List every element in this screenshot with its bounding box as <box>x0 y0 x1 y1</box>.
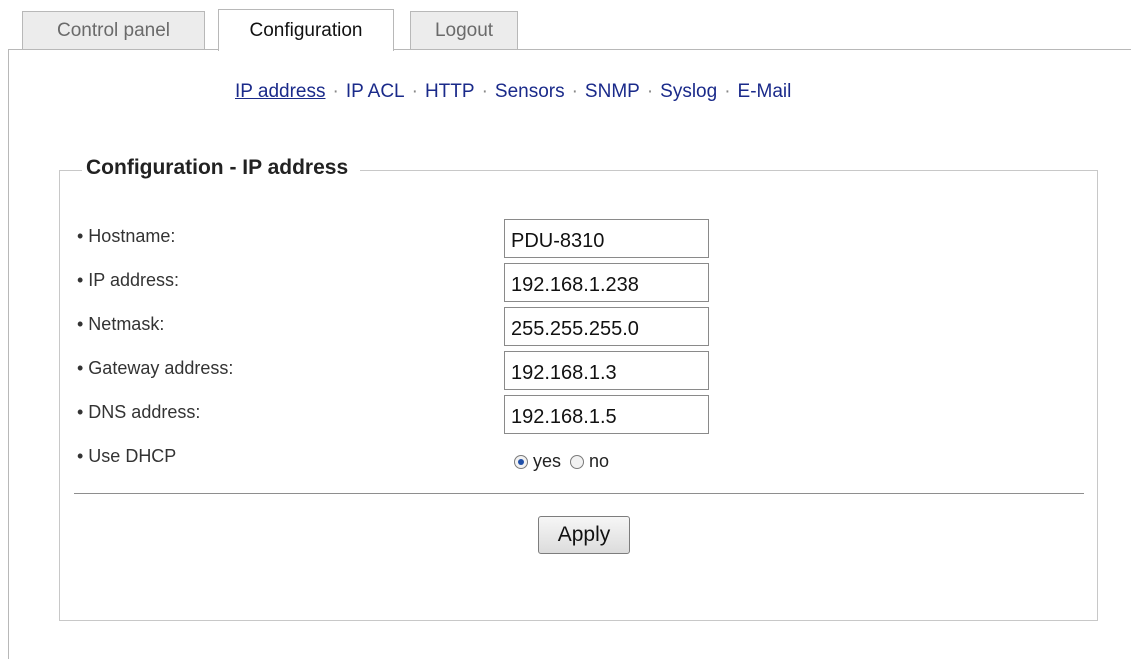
dhcp-radio-group: yes no <box>514 451 618 472</box>
dhcp-yes-radio[interactable] <box>514 454 528 469</box>
netmask-label: • Netmask: <box>77 314 165 334</box>
ip-address-input[interactable] <box>504 263 709 302</box>
submenu-separator: · <box>724 81 731 102</box>
submenu-snmp[interactable]: SNMP <box>585 81 640 102</box>
gateway-address-input[interactable] <box>504 351 709 390</box>
dhcp-yes-label[interactable]: yes <box>533 451 561 472</box>
submenu-separator: · <box>571 81 578 102</box>
submenu-email[interactable]: E-Mail <box>738 81 792 102</box>
submenu-separator: · <box>411 81 418 102</box>
submenu-syslog[interactable]: Syslog <box>660 81 717 102</box>
section-title: Configuration - IP address <box>82 156 361 180</box>
tab-bar-underline <box>8 49 1131 50</box>
ip-address-label: • IP address: <box>77 270 180 290</box>
page: Control panel Configuration Logout IP ad… <box>0 0 1131 659</box>
tab-logout[interactable]: Logout <box>410 11 518 49</box>
submenu-sensors[interactable]: Sensors <box>495 81 565 102</box>
submenu-separator: · <box>481 81 488 102</box>
submenu-http[interactable]: HTTP <box>425 81 475 102</box>
submenu-separator: · <box>332 81 339 102</box>
tab-bar: Control panel Configuration Logout <box>0 0 1131 51</box>
hostname-input[interactable] <box>504 219 709 258</box>
apply-button[interactable]: Apply <box>538 516 630 554</box>
submenu-ip-address[interactable]: IP address <box>235 81 325 102</box>
tab-configuration[interactable]: Configuration <box>218 9 394 51</box>
content-left-border <box>8 49 9 659</box>
dns-address-input[interactable] <box>504 395 709 434</box>
use-dhcp-label: • Use DHCP <box>77 446 177 466</box>
submenu-ip-acl[interactable]: IP ACL <box>346 81 405 102</box>
dhcp-no-radio[interactable] <box>570 454 585 469</box>
dns-address-label: • DNS address: <box>77 402 201 422</box>
dhcp-no-label[interactable]: no <box>589 451 609 472</box>
form-divider <box>74 493 1084 494</box>
tab-control-panel[interactable]: Control panel <box>22 11 205 49</box>
netmask-input[interactable] <box>504 307 709 346</box>
submenu-separator: · <box>646 81 654 102</box>
gateway-address-label: • Gateway address: <box>77 358 234 378</box>
config-submenu: IP address · IP ACL · HTTP · Sensors · SNMP · Sysl… <box>235 81 791 103</box>
hostname-label: • Hostname: <box>77 226 176 246</box>
